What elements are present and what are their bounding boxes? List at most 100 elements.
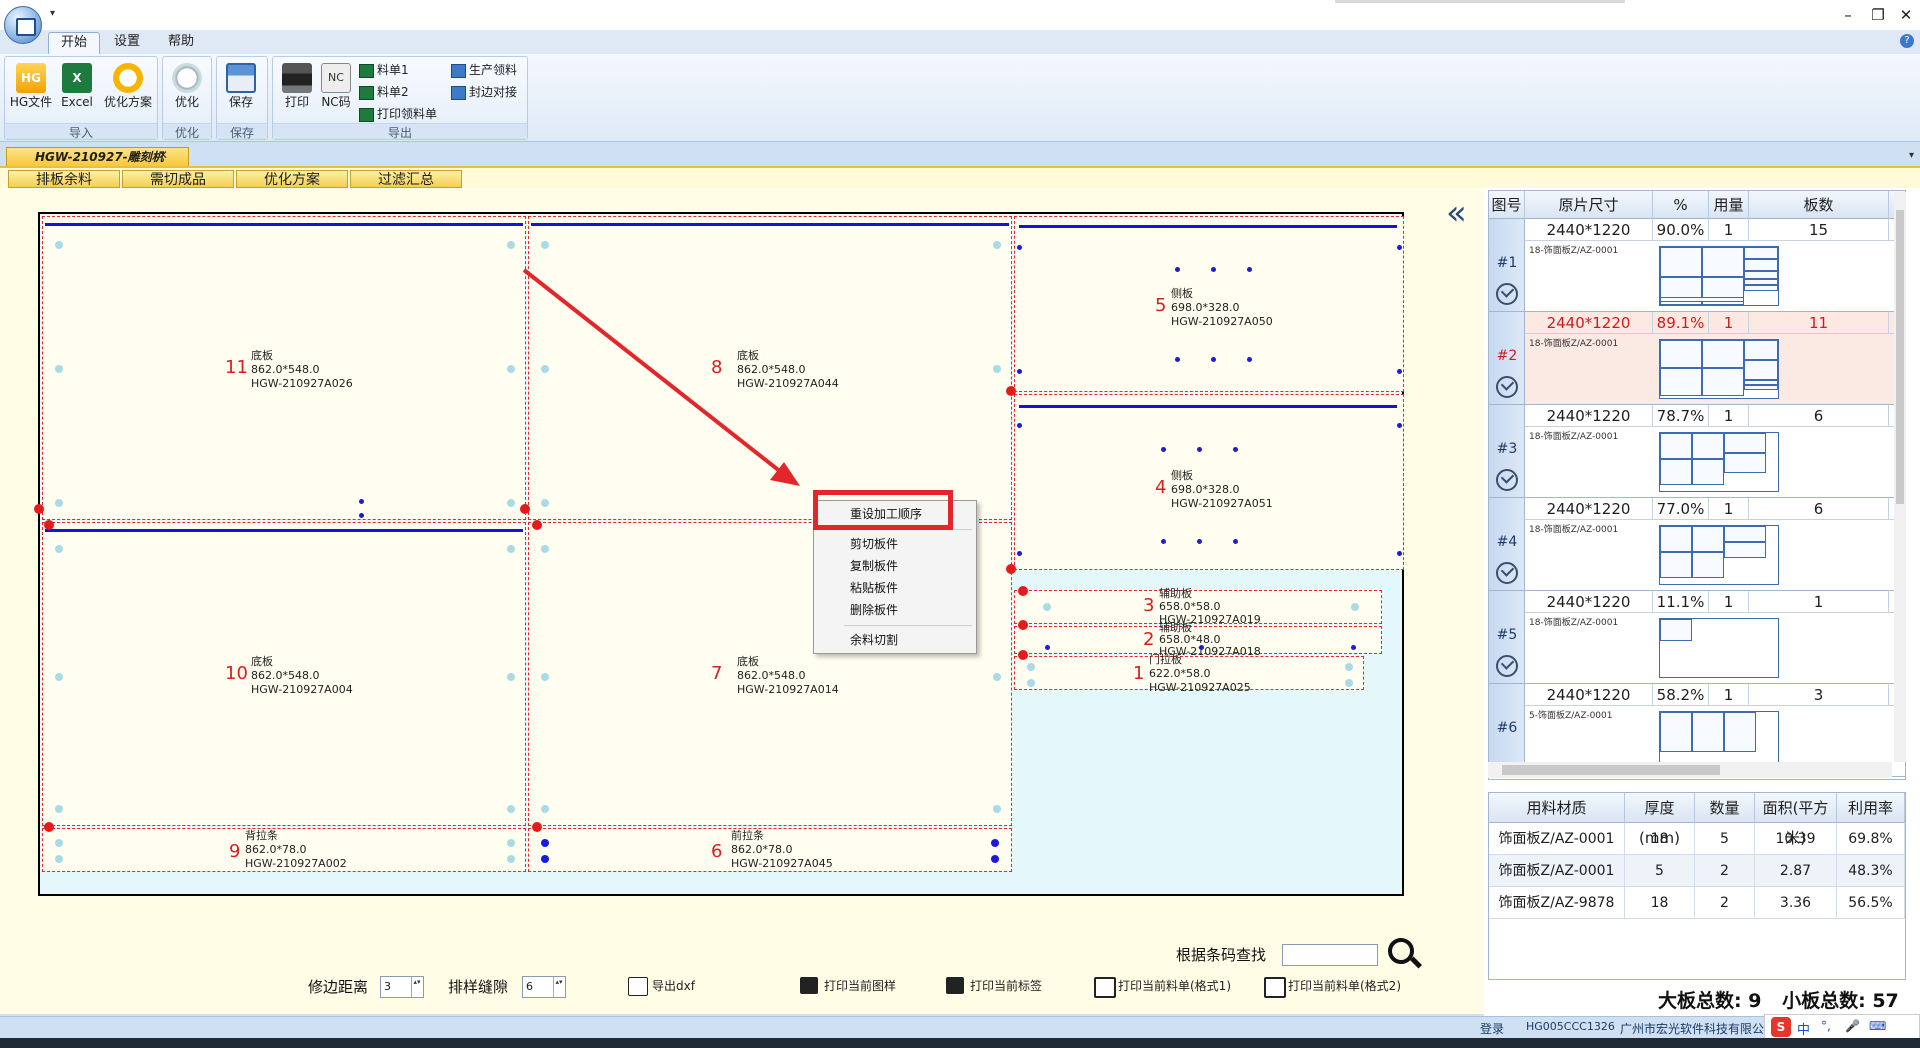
col-header[interactable]: 原片尺寸 [1525, 191, 1653, 219]
menu-item-remnant-cut[interactable]: 余料切割 [814, 629, 976, 651]
part-size: 862.0*78.0 [731, 843, 793, 856]
nc-icon: NC [321, 63, 351, 93]
search-icon[interactable] [1388, 938, 1414, 964]
part-8[interactable]: 8 底板 862.0*548.0 HGW-210927A044 [528, 216, 1012, 520]
table-row[interactable]: #4 2440*1220 77.0% 1 6 18-饰面板Z/AZ-0001 [1489, 498, 1905, 591]
menu-tab-settings[interactable]: 设置 [102, 32, 152, 54]
menu-tab-help[interactable]: 帮助 [156, 32, 206, 54]
check-circle-icon[interactable] [1496, 562, 1518, 584]
login-status[interactable]: 登录 [1480, 1020, 1504, 1037]
printer-icon [282, 63, 312, 93]
close-window-icon[interactable]: ✕ [1892, 4, 1920, 26]
trim-distance-input[interactable]: 3 [380, 976, 424, 998]
menu-item-paste-part[interactable]: 粘贴板件 [814, 577, 976, 599]
ime-language[interactable]: 中 [1797, 1019, 1810, 1038]
part-3[interactable]: 3 辅助板 658.0*58.0 HGW-210927A019 [1014, 587, 1382, 626]
print-drawing-button[interactable]: 打印当前图样 [800, 976, 896, 996]
part-1[interactable]: 1 门拉板 622.0*58.0 HGW-210927A025 [1014, 653, 1364, 694]
col-header[interactable]: 用料材质 [1489, 793, 1625, 823]
hg-file-button[interactable]: HG HG文件 [9, 61, 53, 121]
part-4[interactable]: 4 侧板 698.0*328.0 HGW-210927A051 [1014, 394, 1404, 570]
edge-band-line [1019, 405, 1397, 408]
menu-item-copy-part[interactable]: 复制板件 [814, 555, 976, 577]
barcode-search-label: 根据条码查找 [1176, 946, 1267, 964]
menu-item-delete-part[interactable]: 删除板件 [814, 599, 976, 621]
col-header[interactable]: 利用率 [1837, 793, 1905, 823]
check-circle-icon[interactable] [1496, 283, 1518, 305]
grid-scroll-thumb[interactable] [1896, 210, 1904, 504]
table-row[interactable]: #2 2440*1220 89.1% 1 11 18-饰面板Z/AZ-0001 [1489, 312, 1905, 405]
ime-punct-icon[interactable]: °, [1821, 1019, 1831, 1033]
part-name: 底板 [251, 655, 273, 668]
optimize-button[interactable]: 优化 [165, 61, 209, 121]
hg-file-icon: HG [16, 63, 46, 93]
app-menu-button[interactable] [4, 6, 42, 44]
save-button[interactable]: 保存 [219, 61, 263, 121]
cell-pct: 77.0% [1653, 498, 1709, 520]
tab-board-remnant[interactable]: 排板余料 [8, 170, 120, 188]
part-2[interactable]: 2 辅助板 658.0*48.0 HGW-210927A018 [1014, 621, 1382, 658]
layout-gap-input[interactable]: 6 [522, 976, 566, 998]
menu-item-cut-part[interactable]: 剪切板件 [814, 533, 976, 555]
part-5[interactable]: 5 侧板 698.0*328.0 HGW-210927A050 [1014, 216, 1404, 392]
production-picking-button[interactable]: 生产领料 [451, 61, 517, 79]
taskbar [0, 1038, 1920, 1048]
nc-code-button[interactable]: NC NC码 [317, 61, 355, 121]
col-header[interactable]: 图号 [1489, 191, 1525, 219]
print-list1-button[interactable]: 打印当前料单(格式1) [1094, 976, 1231, 998]
tab-cut-products[interactable]: 需切成品 [122, 170, 234, 188]
print-button[interactable]: 打印 [275, 61, 319, 121]
print-list2-button[interactable]: 打印当前料单(格式2) [1264, 976, 1401, 998]
minimize-icon[interactable]: – [1834, 4, 1862, 26]
col-header[interactable]: 数量 [1695, 793, 1755, 823]
ribbon-collapse-icon[interactable]: ▾ [1909, 150, 1914, 161]
cell-pct: 90.0% [1653, 219, 1709, 241]
part-6[interactable]: 6 前拉条 862.0*78.0 HGW-210927A045 [528, 828, 1012, 872]
tab-filter-summary[interactable]: 过滤汇总 [350, 170, 462, 188]
print-picking-button[interactable]: 打印领料单 [359, 105, 437, 123]
col-header[interactable]: 用量 [1709, 191, 1749, 219]
tab-optimize-plan[interactable]: 优化方案 [236, 170, 348, 188]
table-row[interactable]: #3 2440*1220 78.7% 1 6 18-饰面板Z/AZ-0001 [1489, 405, 1905, 498]
check-circle-icon[interactable] [1496, 469, 1518, 491]
grid-header: 图号 原片尺寸 % 用量 板数 [1489, 191, 1905, 219]
barcode-search-input[interactable] [1282, 944, 1378, 966]
origin-marker [1018, 620, 1028, 630]
print-label-button[interactable]: 打印当前标签 [946, 976, 1042, 996]
ime-logo-icon[interactable]: S [1771, 1017, 1791, 1037]
table-row[interactable]: #5 2440*1220 11.1% 1 1 18-饰面板Z/AZ-0001 [1489, 591, 1905, 684]
list2-button[interactable]: 料单2 [359, 83, 409, 101]
origin-marker [1006, 564, 1016, 574]
edge-join-button[interactable]: 封边对接 [451, 83, 517, 101]
optimize-plan-button[interactable]: 优化方案 [99, 61, 157, 121]
part-size: 698.0*328.0 [1171, 301, 1240, 314]
table-row[interactable]: #1 2440*1220 90.0% 1 15 18-饰面板Z/AZ-0001 [1489, 219, 1905, 312]
small-total-value: 57 [1872, 990, 1899, 1012]
help-icon[interactable]: ? [1900, 34, 1914, 48]
ime-keyboard-icon[interactable]: ⌨ [1869, 1019, 1886, 1033]
document-tab-label: HGW-210927-雕刻机 [35, 150, 164, 164]
col-header[interactable]: % [1653, 191, 1709, 219]
ime-mic-icon[interactable]: 🎤 [1845, 1019, 1860, 1033]
part-11[interactable]: 11 底板 862.0*548.0 HGW-210927A026 [42, 216, 526, 520]
part-code: HGW-210927A014 [737, 683, 839, 696]
col-header[interactable]: 面积(平方米) [1755, 793, 1837, 847]
status-bar: 登录 HG005CCC1326 广州市宏光软件科技有限公司 [0, 1016, 1920, 1038]
menu-tab-start[interactable]: 开始 [48, 32, 101, 54]
col-header[interactable]: 厚度(mm) [1625, 793, 1695, 847]
sheet-thumbnail [1659, 618, 1779, 678]
close-tab-icon[interactable]: ✕ [158, 148, 168, 162]
table-cell: 48.3% [1837, 855, 1905, 887]
collapse-panel-icon[interactable]: « [1446, 196, 1467, 230]
check-circle-icon[interactable] [1496, 376, 1518, 398]
restore-icon[interactable]: ❐ [1864, 4, 1892, 26]
quick-access-dropdown-icon[interactable]: ▾ [50, 8, 55, 19]
part-9[interactable]: 9 背拉条 862.0*78.0 HGW-210927A002 [42, 828, 526, 872]
export-dxf-button[interactable]: 导出dxf [628, 976, 695, 996]
list1-button[interactable]: 料单1 [359, 61, 409, 79]
col-header[interactable]: 板数 [1749, 191, 1889, 219]
part-10[interactable]: 10 底板 862.0*548.0 HGW-210927A004 [42, 522, 526, 826]
check-circle-icon[interactable] [1496, 655, 1518, 677]
grid-hscroll-thumb[interactable] [1502, 765, 1720, 775]
excel-button[interactable]: X Excel [57, 61, 97, 121]
